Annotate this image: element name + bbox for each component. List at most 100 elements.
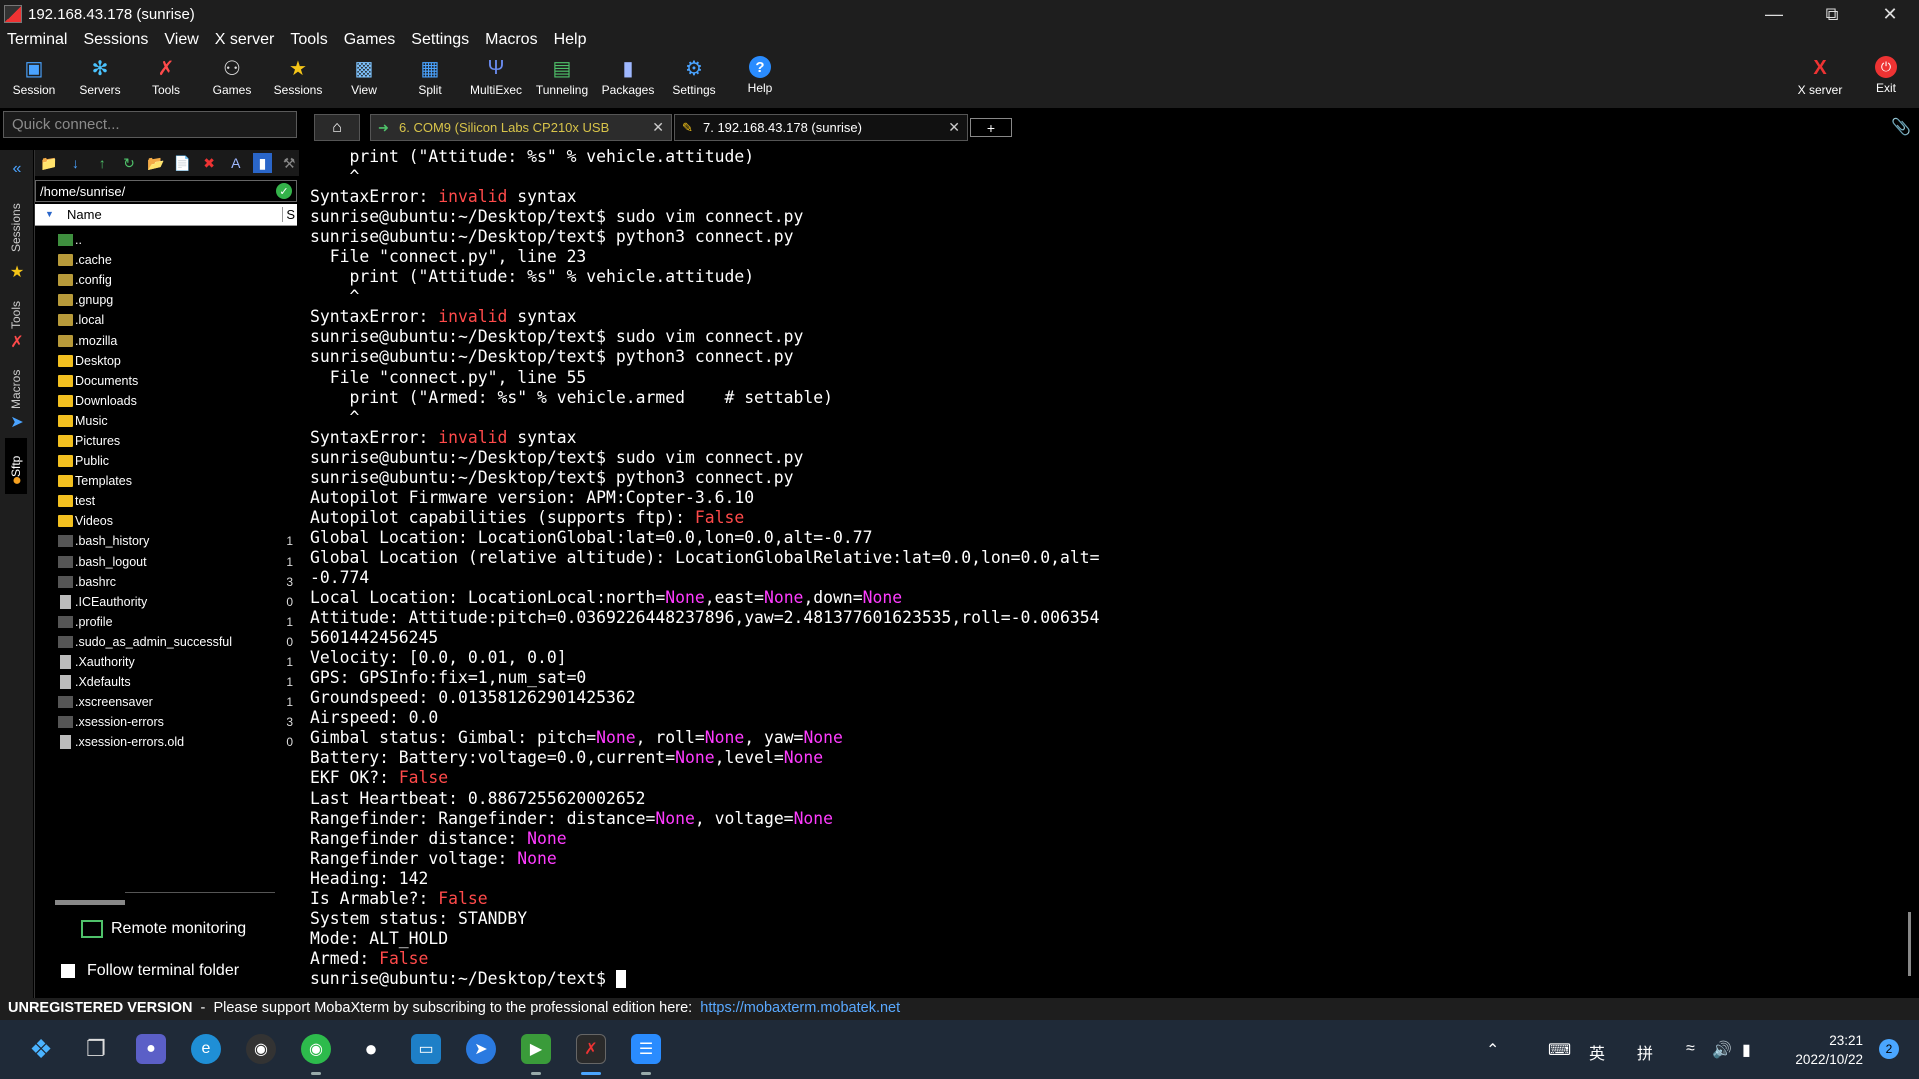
file-row[interactable]: .Xauthority 1 <box>35 652 297 672</box>
mobatek-link[interactable]: https://mobaxterm.mobatek.net <box>700 1000 900 1016</box>
start-button[interactable]: ❖ <box>26 1034 56 1064</box>
file-row[interactable]: .sudo_as_admin_successful 0 <box>35 632 297 652</box>
sftp-path-input[interactable]: /home/sunrise/ ✓ <box>35 180 297 202</box>
exit-button[interactable]: ⏻ Exit <box>1853 56 1919 106</box>
file-row[interactable]: .gnupg <box>35 290 297 310</box>
packages-button[interactable]: ▮ Packages <box>595 56 661 106</box>
tools-button[interactable]: ✗ Tools <box>133 56 199 106</box>
file-row[interactable]: Downloads <box>35 391 297 411</box>
follow-terminal-folder-checkbox[interactable]: Follow terminal folder <box>61 962 239 980</box>
wifi-icon[interactable]: ≈ <box>1686 1040 1695 1058</box>
file-row[interactable]: Pictures <box>35 431 297 451</box>
file-row[interactable]: Templates <box>35 471 297 491</box>
chevron-up-icon[interactable]: ⌃ <box>1486 1040 1499 1060</box>
session-button[interactable]: ▣ Session <box>1 56 67 106</box>
battery-icon[interactable]: ▮ <box>1742 1040 1751 1060</box>
quick-connect-input[interactable]: Quick connect... <box>3 111 297 138</box>
file-row[interactable]: Public <box>35 451 297 471</box>
refresh-icon[interactable]: ↻ <box>119 153 139 173</box>
collapse-chevron-icon[interactable]: « <box>8 160 26 178</box>
servers-button[interactable]: ✻ Servers <box>67 56 133 106</box>
delete-icon[interactable]: ✖ <box>199 153 219 173</box>
restore-button[interactable]: ⧉ <box>1803 0 1861 28</box>
menu-games[interactable]: Games <box>337 31 405 49</box>
horizontal-scrollbar[interactable] <box>55 900 125 905</box>
tab-close-icon[interactable]: ✕ <box>652 119 664 136</box>
close-button[interactable]: ✕ <box>1861 0 1919 28</box>
new-tab-button[interactable]: + <box>970 118 1012 137</box>
ime-language[interactable]: 英 <box>1589 1040 1605 1064</box>
help-button[interactable]: ? Help <box>727 56 793 106</box>
file-row[interactable]: Music <box>35 411 297 431</box>
qq-button[interactable]: ● <box>356 1034 386 1064</box>
feishu-button[interactable]: ➤ <box>466 1034 496 1064</box>
file-row[interactable]: .. <box>35 230 297 250</box>
settings-wrench-icon[interactable]: ⚒ <box>279 153 299 173</box>
menu-macros[interactable]: Macros <box>478 31 546 49</box>
remote-monitoring-button[interactable]: Remote monitoring <box>81 920 246 938</box>
tunneling-button[interactable]: ▤ Tunneling <box>529 56 595 106</box>
menu-xserver[interactable]: X server <box>208 31 284 49</box>
tab-close-icon[interactable]: ✕ <box>948 119 960 136</box>
edge-button[interactable]: e <box>191 1034 221 1064</box>
wechat-button[interactable]: ◉ <box>301 1034 331 1064</box>
menu-help[interactable]: Help <box>547 31 596 49</box>
checkbox[interactable] <box>61 964 75 978</box>
split-button[interactable]: ▦ Split <box>397 56 463 106</box>
checkmark-icon[interactable]: ✓ <box>276 183 292 199</box>
clock[interactable]: 23:21 2022/10/22 <box>1795 1031 1863 1069</box>
teams-button[interactable]: ● <box>136 1034 166 1064</box>
desktop-app-button[interactable]: ▭ <box>411 1034 441 1064</box>
home-tab[interactable]: ⌂ <box>314 114 360 141</box>
keyboard-icon[interactable]: ⌨ <box>1548 1040 1571 1060</box>
minimize-button[interactable]: — <box>1745 0 1803 28</box>
file-row[interactable]: .bash_logout 1 <box>35 552 297 572</box>
file-row[interactable]: test <box>35 491 297 511</box>
rename-icon[interactable]: A <box>226 153 246 173</box>
xserver-button[interactable]: X X server <box>1787 56 1853 106</box>
side-tab-sessions[interactable]: Sessions <box>5 198 27 258</box>
file-row[interactable]: .ICEauthority 0 <box>35 592 297 612</box>
menu-terminal[interactable]: Terminal <box>0 31 76 49</box>
file-row[interactable]: .Xdefaults 1 <box>35 672 297 692</box>
file-row[interactable]: .mozilla <box>35 330 297 350</box>
file-row[interactable]: .bash_history 1 <box>35 531 297 551</box>
side-tab-macros[interactable]: Macros <box>5 360 27 418</box>
menu-tools[interactable]: Tools <box>283 31 336 49</box>
games-button[interactable]: ⚇ Games <box>199 56 265 106</box>
file-row[interactable]: .cache <box>35 250 297 270</box>
upload-icon[interactable]: ↑ <box>92 153 112 173</box>
tab-com9[interactable]: ➜ 6. COM9 (Silicon Labs CP210x USB ✕ <box>370 114 672 141</box>
sessions-button[interactable]: ★ Sessions <box>265 56 331 106</box>
mobaxterm-taskbar-button[interactable]: ✗ <box>576 1034 606 1064</box>
parent-folder-icon[interactable]: 📁 <box>39 153 59 173</box>
menu-settings[interactable]: Settings <box>404 31 478 49</box>
menu-view[interactable]: View <box>157 31 207 49</box>
toggle-view-icon[interactable]: ▮ <box>252 153 273 173</box>
file-row[interactable]: Documents <box>35 371 297 391</box>
terminal-scrollbar[interactable] <box>1908 912 1911 976</box>
new-file-icon[interactable]: 📄 <box>173 153 193 173</box>
file-row[interactable]: Desktop <box>35 351 297 371</box>
new-folder-icon[interactable]: 📂 <box>146 153 166 173</box>
file-row[interactable]: .profile 1 <box>35 612 297 632</box>
notification-badge[interactable]: 2 <box>1879 1039 1899 1059</box>
download-icon[interactable]: ↓ <box>66 153 86 173</box>
view-button[interactable]: ▩ View <box>331 56 397 106</box>
obs-button[interactable]: ◉ <box>246 1034 276 1064</box>
settings-button[interactable]: ⚙ Settings <box>661 56 727 106</box>
paperclip-icon[interactable]: 📎 <box>1891 117 1911 137</box>
file-row[interactable]: .local <box>35 310 297 330</box>
file-row[interactable]: .bashrc 3 <box>35 572 297 592</box>
file-row[interactable]: .xscreensaver 1 <box>35 692 297 712</box>
terminal-output[interactable]: print ("Attitude: %s" % vehicle.attitude… <box>300 144 1904 998</box>
notepad-button[interactable]: ☰ <box>631 1034 661 1064</box>
volume-icon[interactable]: 🔊 <box>1712 1040 1732 1060</box>
file-list-header[interactable]: ▼ Name S <box>35 204 297 226</box>
taskview-button[interactable]: ❐ <box>81 1034 111 1064</box>
file-row[interactable]: .xsession-errors 3 <box>35 712 297 732</box>
media-player-button[interactable]: ▶ <box>521 1034 551 1064</box>
ime-mode[interactable]: 拼 <box>1637 1040 1653 1064</box>
file-row[interactable]: .config <box>35 270 297 290</box>
file-row[interactable]: Videos <box>35 511 297 531</box>
